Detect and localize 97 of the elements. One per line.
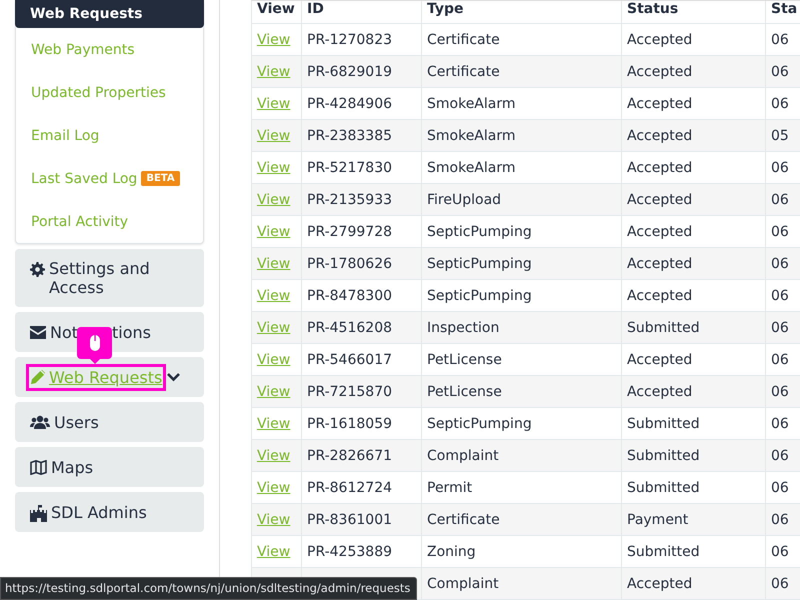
table-cell: SepticPumping [427,288,532,304]
table-cell: 06 [771,352,789,368]
table-cell: Submitted [627,480,700,496]
nav-item[interactable]: SDL Admins [15,492,204,532]
table-cell: PR-8612724 [307,480,392,496]
table-cell: 06 [771,544,789,560]
table-cell: PR-2383385 [307,128,392,144]
table-cell: 06 [771,32,789,48]
table-cell: PR-4516208 [307,320,392,336]
table-cell: FireUpload [427,192,502,208]
gear-icon [30,262,45,277]
table-cell: Submitted [627,544,700,560]
table-cell: PR-8361001 [307,512,392,528]
table-cell: PR-7215870 [307,384,392,400]
table-cell: PR-2799728 [307,224,392,240]
table-cell: Submitted [627,320,700,336]
beta-badge: BETA [141,171,180,186]
column-header: View [252,1,302,24]
table-cell: PR-4253889 [307,544,392,560]
table-cell: 06 [771,384,789,400]
table-cell: Accepted [627,64,692,80]
table-cell: 06 [771,192,789,208]
table-cell: Accepted [627,224,692,240]
table-cell: Accepted [627,256,692,272]
nav-label: Not [50,322,78,342]
table-cell: Accepted [627,384,692,400]
pencil-icon [30,370,45,384]
table-cell: Payment [627,512,688,528]
table-cell: Submitted [627,448,700,464]
table-cell: Accepted [627,352,692,368]
castle-icon [30,505,47,522]
table-cell: Accepted [627,128,692,144]
table-cell: Submitted [627,416,700,432]
table-cell: Complaint [427,448,499,464]
table-cell: 05 [771,128,789,144]
submenu-link[interactable]: Last Saved Log [31,170,138,186]
table-cell: Complaint [427,576,499,592]
table-cell: 06 [771,416,789,432]
table-cell: Accepted [627,192,692,208]
table-cell: Accepted [627,288,692,304]
table-cell: 06 [771,320,789,336]
table-cell: Accepted [627,160,692,176]
table-cell: Certificate [427,32,500,48]
table-cell: 06 [771,576,789,592]
table-cell: SmokeAlarm [427,128,516,144]
table-cell: 06 [771,480,789,496]
table-cell: 06 [771,64,789,80]
submenu-link[interactable]: Web Payments [16,28,203,71]
caret-icon[interactable] [166,372,182,382]
table-cell: PR-5466017 [307,352,392,368]
submenu-link[interactable]: Updated Properties [16,71,203,114]
table-cell: SepticPumping [427,416,532,432]
table-cell: PR-1618059 [307,416,392,432]
nav-item[interactable]: Settings and Access [15,249,204,307]
submenu-link[interactable]: Email Log [16,114,203,157]
column-header: Status [622,1,766,24]
column-header: ID [302,1,422,24]
table-cell: PR-5217830 [307,160,392,176]
submenu-title[interactable]: Web Requests [15,0,204,28]
table-cell: 06 [771,288,789,304]
nav-link[interactable]: Web Requests [30,368,162,386]
column-header: Sta [766,1,800,24]
table-cell: Zoning [427,544,476,560]
table-cell: PR-2826671 [307,448,392,464]
table-cell: PR-8478300 [307,288,392,304]
table-cell: 06 [771,224,789,240]
table-cell: PR-1270823 [307,32,392,48]
table-cell: Certificate [427,512,500,528]
table-cell: PR-4284906 [307,96,392,112]
table-cell: 06 [771,256,789,272]
table-cell: Inspection [427,320,500,336]
table-cell: 06 [771,512,789,528]
table-cell: PR-2135933 [307,192,392,208]
users-icon [30,415,50,429]
nav-item[interactable]: Users [15,402,204,442]
table-cell: PetLicense [427,352,502,368]
table-cell: SmokeAlarm [427,160,516,176]
table-cell: SmokeAlarm [427,96,516,112]
link-url-tooltip: https://testing.sdlportal.com/towns/nj/union/sdltesting/admin/requests [0,577,418,600]
table-cell: Accepted [627,576,692,592]
column-header: Type [422,1,622,24]
map-icon [30,460,47,475]
table-cell: Accepted [627,96,692,112]
table-cell: SepticPumping [427,224,532,240]
table-cell: PR-6829019 [307,64,392,80]
nav-label: tions [112,322,152,342]
submenu-link[interactable]: Portal Activity [16,200,203,243]
table-cell: Permit [427,480,472,496]
table-cell: Accepted [627,32,692,48]
table-cell: 06 [771,160,789,176]
table-cell: 06 [771,96,789,112]
table-cell: PetLicense [427,384,502,400]
nav-item[interactable]: Maps [15,447,204,487]
table-cell: PR-1780626 [307,256,392,272]
table-cell: 06 [771,448,789,464]
table-cell: SepticPumping [427,256,532,272]
table-cell: Certificate [427,64,500,80]
